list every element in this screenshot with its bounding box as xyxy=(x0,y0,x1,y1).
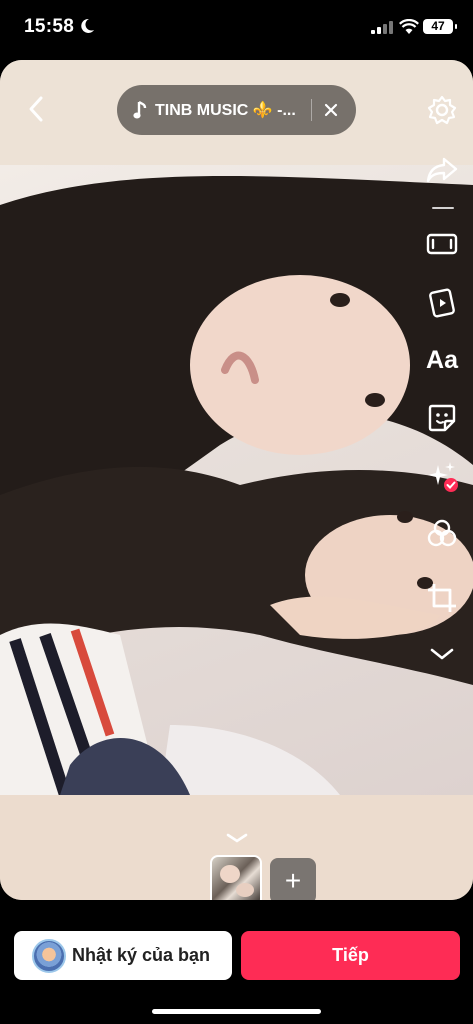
settings-button[interactable] xyxy=(424,92,460,128)
music-note-icon xyxy=(133,100,147,119)
pill-divider xyxy=(311,99,312,121)
film-frame-icon xyxy=(426,233,458,255)
diary-label: Nhật ký của bạn xyxy=(72,945,211,965)
text-button[interactable]: Aa xyxy=(424,342,460,378)
settings-icon xyxy=(427,95,457,125)
photo-preview[interactable] xyxy=(0,165,473,795)
text-icon: Aa xyxy=(426,345,458,374)
plus-icon: + xyxy=(284,865,302,896)
effects-button[interactable] xyxy=(424,458,460,494)
thumbnail-face xyxy=(236,883,254,897)
sticker-button[interactable] xyxy=(424,400,460,436)
back-arrow-icon[interactable] xyxy=(22,94,52,124)
filters-icon xyxy=(427,519,457,547)
toolbar-separator xyxy=(432,207,454,209)
effects-icon xyxy=(428,462,458,492)
remove-music-button[interactable] xyxy=(318,97,344,123)
next-label: Tiếp xyxy=(332,945,369,965)
sticker-icon xyxy=(428,404,456,432)
crop-button[interactable] xyxy=(424,580,460,616)
status-bar: 15:58 47 xyxy=(0,0,473,58)
frame-ratio-button[interactable] xyxy=(424,226,460,262)
thumbnail-face xyxy=(220,865,240,883)
crop-icon xyxy=(428,584,456,612)
template-button[interactable] xyxy=(424,284,460,320)
filters-button[interactable] xyxy=(424,516,460,552)
share-button[interactable] xyxy=(424,152,460,188)
status-time: 15:58 xyxy=(24,16,75,37)
home-indicator[interactable] xyxy=(152,1009,321,1014)
avatar xyxy=(32,938,66,973)
more-tools-button[interactable] xyxy=(424,636,460,672)
photo-illustration xyxy=(0,176,473,795)
next-button[interactable]: Tiếp xyxy=(241,931,460,980)
battery-indicator: 47 xyxy=(423,19,457,34)
clip-thumbnail[interactable] xyxy=(210,855,262,900)
your-diary-button[interactable]: Nhật ký của bạn xyxy=(14,931,232,980)
cellular-signal-icon xyxy=(371,21,393,34)
editor-canvas: TINB MUSIC ⚜️ -... Aa + xyxy=(0,60,473,900)
expand-more-icon xyxy=(430,648,454,660)
close-icon xyxy=(324,103,338,117)
music-title: TINB MUSIC ⚜️ -... xyxy=(155,102,296,119)
wifi-icon xyxy=(399,19,419,34)
moon-icon xyxy=(81,18,94,33)
add-sound-pill[interactable]: TINB MUSIC ⚜️ -... xyxy=(117,85,356,135)
collapse-chevron-icon[interactable] xyxy=(224,830,250,846)
add-clip-button[interactable]: + xyxy=(270,858,316,900)
share-icon xyxy=(426,157,458,183)
video-template-icon xyxy=(429,288,455,318)
